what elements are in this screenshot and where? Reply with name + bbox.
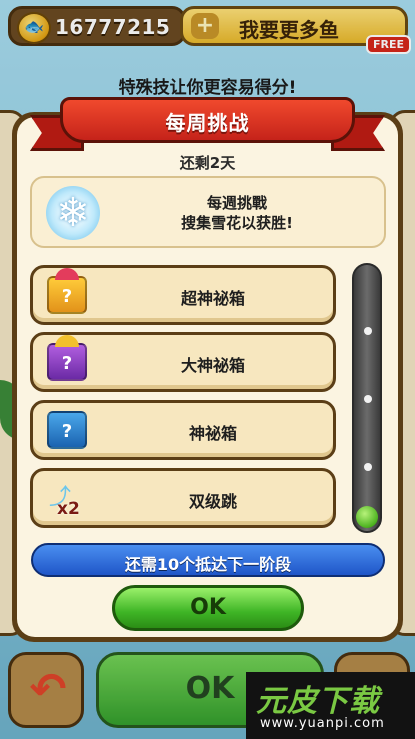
ribbon-main: 每周挑战 (60, 97, 355, 143)
reward-item-super-mystery-box[interactable]: ? 超神祕箱 (30, 265, 336, 325)
snowflake-icon: ❄ (46, 186, 100, 240)
progress-bar: 还需10个抵达下一阶段 (31, 543, 385, 577)
watermark-url: www.yuanpi.com (260, 716, 385, 731)
reward-item-mystery-box[interactable]: ? 神祕箱 (30, 400, 336, 460)
super-mystery-box-icon: ? (47, 268, 87, 314)
reward-item-double-jump[interactable]: ⤴ x2 双级跳 (30, 468, 336, 528)
reward-label: 大神祕箱 (180, 356, 245, 375)
reward-item-big-mystery-box[interactable]: ? 大神祕箱 (30, 332, 336, 392)
challenge-title: 每週挑戰 (206, 194, 267, 212)
reward-label: 双级跳 (188, 492, 237, 511)
reward-label: 超神祕箱 (180, 289, 245, 308)
progress-text: 还需10个抵达下一阶段 (124, 555, 292, 574)
dialog-title: 每周挑战 (165, 111, 250, 135)
stage-progress-track (352, 263, 382, 533)
stage-marker (364, 395, 372, 403)
progress-knob (356, 506, 378, 528)
watermark-logo-text: 元皮下载 (256, 684, 380, 719)
challenge-description: 搜集雪花以获胜! (181, 214, 293, 232)
reward-label: 神祕箱 (188, 424, 237, 443)
challenge-info-card: ❄ 每週挑戰 搜集雪花以获胜! (30, 176, 386, 248)
watermark: 元皮下载 www.yuanpi.com (246, 672, 415, 739)
ok-button[interactable]: OK (112, 585, 304, 631)
stage-marker (364, 327, 372, 335)
stage-marker (364, 463, 372, 471)
double-jump-icon: ⤴ x2 (49, 485, 80, 519)
big-mystery-box-icon: ? (47, 335, 87, 381)
ok-label: OK (190, 595, 226, 620)
title-ribbon: 每周挑战 (30, 97, 385, 155)
days-remaining: 还剩2天 (179, 154, 236, 172)
mystery-box-icon: ? (47, 411, 87, 449)
